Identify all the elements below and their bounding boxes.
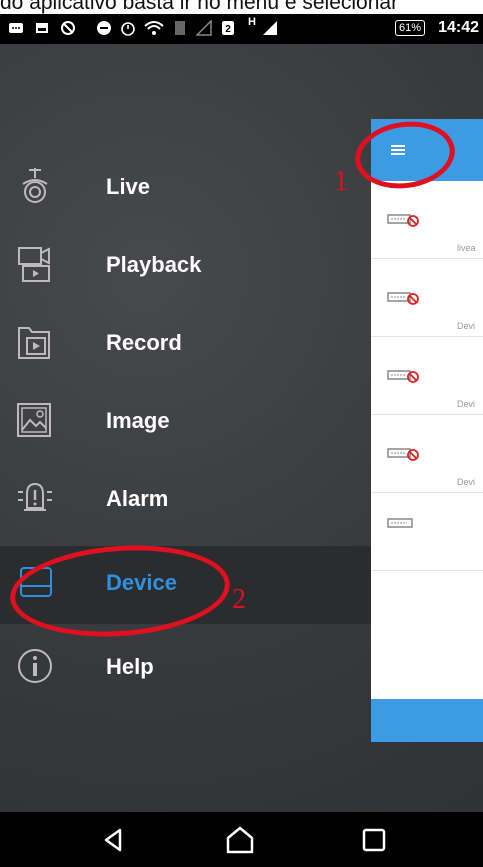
playback-icon	[18, 247, 50, 282]
menu-item-playback[interactable]: Playback	[0, 228, 371, 306]
dvr-offline-icon	[387, 292, 419, 305]
app-screen: livea Devi Devi Devi Live Playback Recor…	[0, 44, 483, 812]
list-item[interactable]: Devi	[371, 259, 483, 337]
device-list-panel: livea Devi Devi Devi	[371, 119, 483, 742]
image-icon	[17, 403, 51, 437]
device-name: Devi	[457, 321, 476, 331]
dvr-icon	[387, 518, 413, 528]
annotation-number-2: 2	[232, 584, 246, 615]
menu-label: Alarm	[106, 486, 169, 511]
wifi-icon	[144, 21, 164, 35]
device-name: Devi	[457, 477, 476, 487]
list-item[interactable]	[371, 493, 483, 571]
device-name: Devi	[457, 399, 476, 409]
alarm-clock-icon	[121, 22, 135, 36]
network-type: H	[248, 16, 256, 28]
list-item[interactable]: Devi	[371, 337, 483, 415]
message-icon	[9, 23, 23, 33]
menu-item-record[interactable]: Record	[0, 306, 371, 384]
record-folder-icon	[18, 327, 50, 359]
annotation-number-1: 1	[334, 166, 348, 197]
list-item[interactable]: Devi	[371, 415, 483, 493]
home-icon[interactable]	[224, 824, 256, 856]
battery-indicator: 61%	[394, 20, 425, 36]
menu-item-live[interactable]: Live	[0, 150, 371, 228]
info-icon	[18, 649, 52, 683]
dvr-offline-icon	[387, 370, 419, 383]
menu-item-alarm[interactable]: Alarm	[0, 462, 371, 540]
list-item[interactable]: livea	[371, 181, 483, 259]
screenshot-icon	[36, 23, 48, 33]
recents-icon[interactable]	[358, 824, 390, 856]
svg-text:2: 2	[225, 24, 231, 35]
clock: 14:42	[438, 19, 479, 36]
menu-item-image[interactable]: Image	[0, 384, 371, 462]
navigation-bar	[0, 812, 483, 867]
alarm-icon	[18, 482, 52, 511]
menu-label: Help	[106, 654, 154, 679]
dnd-icon	[97, 21, 111, 35]
camera-icon	[22, 168, 48, 203]
caption-strip: do aplicativo basta ir no menu e selecio…	[0, 0, 483, 14]
menu-label: Image	[106, 408, 170, 433]
dvr-offline-icon	[387, 214, 419, 227]
panel-footer	[371, 699, 483, 742]
block-icon	[61, 21, 75, 35]
sim-icon	[175, 21, 185, 35]
menu-label: Record	[106, 330, 182, 355]
menu-label: Live	[106, 174, 151, 199]
caption-text: do aplicativo basta ir no menu e selecio…	[0, 0, 399, 14]
status-bar: 2 H 61% 14:42	[0, 14, 483, 44]
dvr-offline-icon	[387, 448, 419, 461]
sim-two-icon: 2	[222, 21, 234, 35]
signal-empty-icon	[196, 20, 212, 36]
menu-label: Playback	[106, 252, 202, 277]
device-name: livea	[457, 243, 476, 253]
menu-item-help[interactable]: Help	[0, 630, 371, 708]
signal-icon	[263, 21, 277, 35]
back-icon[interactable]	[98, 824, 130, 856]
